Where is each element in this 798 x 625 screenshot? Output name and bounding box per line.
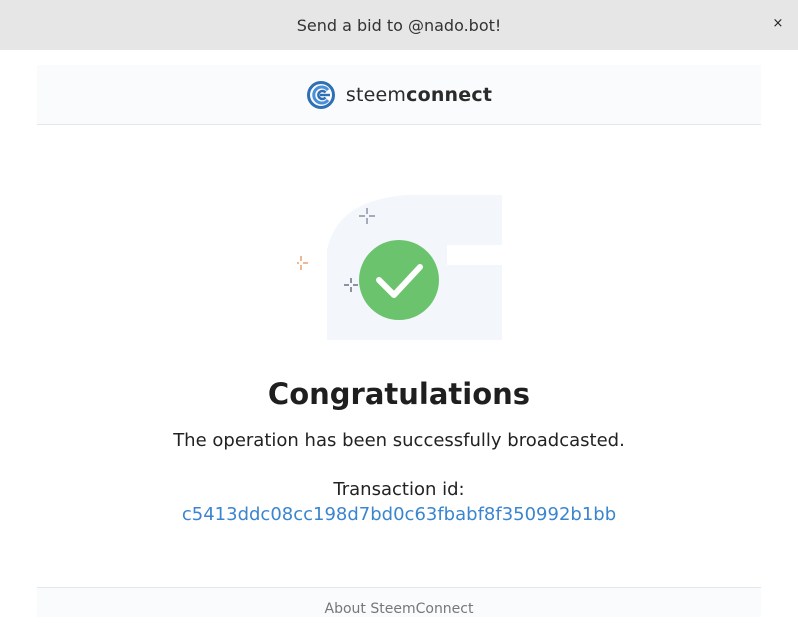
brand: steemconnect [306, 80, 492, 110]
footer: About SteemConnect [37, 587, 761, 617]
result-heading: Congratulations [267, 377, 531, 411]
success-illustration [297, 195, 502, 340]
transaction-id-link[interactable]: c5413ddc08cc198d7bd0c63fbabf8f350992b1bb [37, 504, 761, 525]
window-titlebar: Send a bid to @nado.bot! × [0, 0, 798, 50]
card-header: steemconnect [37, 65, 761, 125]
transaction-id-label: Transaction id: [333, 479, 465, 500]
brand-name: steemconnect [345, 83, 493, 106]
about-link[interactable]: About SteemConnect [325, 601, 474, 617]
result-message: The operation has been successfully broa… [173, 430, 625, 451]
steemconnect-logo-icon [306, 80, 335, 109]
close-button[interactable]: × [768, 14, 788, 34]
main-card: steemconnect Congratulations The operati… [37, 65, 761, 625]
window-title: Send a bid to @nado.bot! [296, 15, 502, 35]
check-circle-icon [359, 240, 439, 320]
